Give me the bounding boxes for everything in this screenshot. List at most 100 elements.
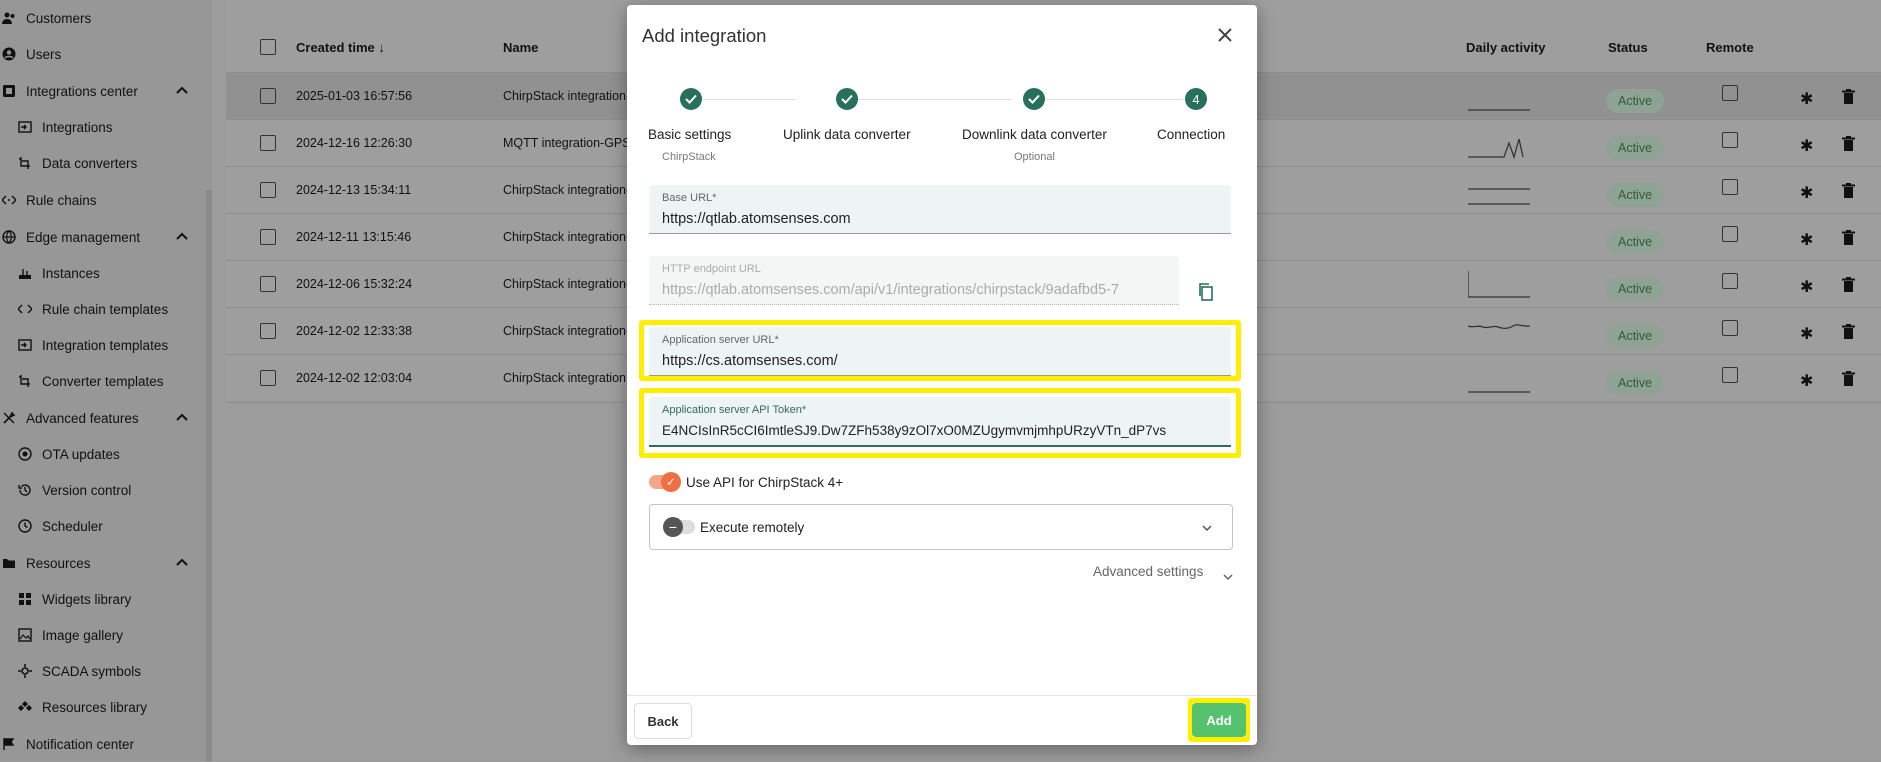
- sparkline: [1468, 391, 1530, 393]
- build-icon: [2, 411, 16, 425]
- column-status[interactable]: Status: [1608, 40, 1648, 55]
- sidebar-item-version-control[interactable]: Version control: [0, 472, 224, 508]
- column-created-time[interactable]: Created time ↓: [296, 40, 385, 55]
- arrow-down-icon: ↓: [378, 40, 385, 55]
- field-label: Application server API Token*: [662, 404, 807, 416]
- chevron-down-icon[interactable]: [1202, 519, 1212, 537]
- sidebar-item-label: Users: [26, 46, 62, 62]
- sidebar-item-rule-chain-templates[interactable]: Rule chain templates: [0, 291, 224, 327]
- row-checkbox[interactable]: [260, 88, 276, 104]
- sidebar-item-scada-symbols[interactable]: SCADA symbols: [0, 653, 224, 689]
- check-icon: [680, 88, 702, 110]
- row-checkbox[interactable]: [260, 370, 276, 386]
- base-url-field[interactable]: Base URL* https://qtlab.atomsenses.com: [649, 185, 1231, 234]
- step-label: Basic settings: [648, 127, 732, 142]
- cell-created: 2024-12-11 13:15:46: [296, 230, 412, 244]
- widgets-icon: [18, 592, 32, 606]
- toggle-track: ✓: [649, 472, 681, 492]
- debug-icon[interactable]: ✱: [1800, 324, 1813, 344]
- copy-icon[interactable]: [1198, 283, 1214, 306]
- row-checkbox[interactable]: [260, 182, 276, 198]
- execute-remotely-panel[interactable]: − Execute remotely: [649, 504, 1233, 550]
- cell-created: 2024-12-13 15:34:11: [296, 183, 412, 197]
- sidebar-item-label: Customers: [26, 10, 92, 26]
- api-token-field[interactable]: Application server API Token* E4NCIsInR5…: [649, 397, 1231, 447]
- sidebar-item-integration-templates[interactable]: Integration templates: [0, 327, 224, 363]
- select-all-checkbox[interactable]: [260, 39, 276, 55]
- field-label: Base URL*: [662, 192, 717, 204]
- sidebar-item-label: Advanced features: [26, 410, 139, 426]
- sparkline: [1468, 188, 1530, 205]
- remote-checkbox: [1722, 226, 1738, 242]
- base-url-input[interactable]: https://qtlab.atomsenses.com: [662, 211, 1219, 227]
- rule-chain-icon: [2, 193, 16, 207]
- column-name[interactable]: Name: [503, 40, 538, 55]
- advanced-settings-toggle[interactable]: Advanced settings: [1093, 562, 1243, 582]
- chevron-up-icon[interactable]: [176, 229, 188, 243]
- sidebar-item-image-gallery[interactable]: Image gallery: [0, 617, 224, 653]
- add-button[interactable]: Add: [1192, 703, 1246, 737]
- remote-checkbox: [1722, 132, 1738, 148]
- sidebar-item-customers[interactable]: Customers: [0, 0, 208, 36]
- rule-chain-template-icon: [18, 302, 32, 316]
- column-remote: Remote: [1706, 40, 1754, 55]
- use-api-chirpstack4-toggle[interactable]: ✓ Use API for ChirpStack 4+: [649, 470, 909, 494]
- step-label: Uplink data converter: [783, 127, 911, 142]
- debug-icon[interactable]: ✱: [1800, 136, 1813, 156]
- sidebar-item-converter-templates[interactable]: Converter templates: [0, 363, 224, 399]
- chevron-up-icon[interactable]: [176, 555, 188, 569]
- sidebar-item-integrations-center[interactable]: Integrations center: [0, 73, 208, 109]
- debug-icon[interactable]: ✱: [1800, 277, 1813, 297]
- sidebar-item-advanced-features[interactable]: Advanced features: [0, 400, 208, 436]
- delete-icon[interactable]: [1842, 89, 1855, 110]
- row-checkbox[interactable]: [260, 323, 276, 339]
- back-button[interactable]: Back: [634, 703, 692, 739]
- execute-remotely-toggle[interactable]: −: [663, 517, 695, 537]
- sparkline: [1468, 138, 1524, 160]
- scada-icon: [18, 664, 32, 678]
- debug-icon[interactable]: ✱: [1800, 89, 1813, 109]
- sidebar-item-widgets-library[interactable]: Widgets library: [0, 581, 224, 617]
- row-checkbox[interactable]: [260, 276, 276, 292]
- api-token-input[interactable]: E4NCIsInR5cCI6ImtleSJ9.Dw7ZFh538y9zOl7xO…: [662, 423, 1219, 438]
- sidebar-item-notification-center[interactable]: Notification center: [0, 726, 208, 762]
- sidebar-item-edge-management[interactable]: Edge management: [0, 219, 208, 255]
- delete-icon[interactable]: [1842, 136, 1855, 157]
- check-icon: ✓: [661, 472, 681, 492]
- sidebar-item-instances[interactable]: Instances: [0, 255, 224, 291]
- app-server-url-input[interactable]: https://cs.atomsenses.com/: [662, 353, 1219, 369]
- stepper-connector: [697, 99, 795, 100]
- debug-icon[interactable]: ✱: [1800, 183, 1813, 203]
- sparkline: [1468, 324, 1530, 330]
- debug-icon[interactable]: ✱: [1800, 371, 1813, 391]
- row-checkbox[interactable]: [260, 135, 276, 151]
- chevron-up-icon[interactable]: [176, 410, 188, 424]
- close-icon[interactable]: [1213, 23, 1237, 47]
- sidebar-item-resources-library[interactable]: Resources library: [0, 689, 224, 725]
- debug-icon[interactable]: ✱: [1800, 230, 1813, 250]
- sidebar-item-ota-updates[interactable]: OTA updates: [0, 436, 224, 472]
- step-sublabel: ChirpStack: [662, 151, 716, 163]
- status-badge: Active: [1606, 183, 1665, 207]
- app-server-url-field[interactable]: Application server URL* https://cs.atoms…: [649, 327, 1231, 376]
- chevron-up-icon[interactable]: [176, 83, 188, 97]
- delete-icon[interactable]: [1842, 277, 1855, 298]
- column-daily-activity: Daily activity: [1466, 40, 1546, 55]
- sidebar-item-rule-chains[interactable]: Rule chains: [0, 182, 208, 218]
- row-checkbox[interactable]: [260, 229, 276, 245]
- sidebar-item-label: Version control: [42, 482, 132, 498]
- stepper-connector: [1039, 99, 1183, 100]
- sidebar-item-resources[interactable]: Resources: [0, 545, 208, 581]
- delete-icon[interactable]: [1842, 371, 1855, 392]
- image-icon: [18, 628, 32, 642]
- sidebar-item-users[interactable]: Users: [0, 36, 208, 72]
- remote-checkbox: [1722, 273, 1738, 289]
- sidebar-item-label: Integration templates: [42, 337, 169, 353]
- sidebar-item-scheduler[interactable]: Scheduler: [0, 508, 224, 544]
- delete-icon[interactable]: [1842, 230, 1855, 251]
- sidebar-item-integrations[interactable]: Integrations: [0, 109, 224, 145]
- delete-icon[interactable]: [1842, 183, 1855, 204]
- sidebar-item-data-converters[interactable]: Data converters: [0, 145, 224, 181]
- check-icon: [1023, 88, 1045, 110]
- delete-icon[interactable]: [1842, 324, 1855, 345]
